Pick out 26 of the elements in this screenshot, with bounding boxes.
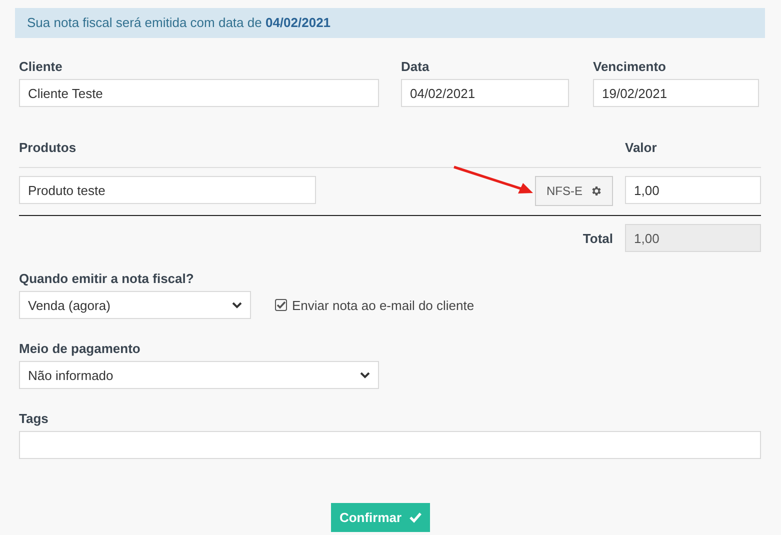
field-label: Cliente [19,59,64,74]
input-field[interactable]: 19/02/2021 [593,79,759,107]
field-label: Meio de pagamento [19,341,142,356]
payment-select[interactable]: Não informado [19,361,379,389]
field-label: Quando emitir a nota fiscal? [19,271,195,286]
field-label: Vencimento [593,59,667,74]
nfse-button[interactable]: NFS-E [535,176,613,206]
checkbox-icon[interactable] [275,299,287,311]
field-label: Tags [19,411,50,426]
value-field[interactable]: 1,00 [625,176,761,204]
emit-select[interactable]: Venda (agora) [19,291,251,319]
gear-icon [590,185,602,197]
column-header: Produtos [19,140,78,155]
email-checkbox[interactable]: Enviar nota ao e-mail do cliente [275,298,474,312]
chevron-down-icon [360,372,370,378]
total-label: Total [582,230,613,246]
total-field: 1,00 [625,224,761,252]
product-field[interactable]: Produto teste [19,176,316,204]
check-icon [408,512,422,523]
chevron-down-icon [232,302,242,308]
input-field[interactable]: 04/02/2021 [401,79,569,107]
column-header: Valor [625,140,658,155]
tags-field[interactable] [19,431,761,459]
input-field[interactable]: Cliente Teste [19,79,379,107]
info-banner: Sua nota fiscal será emitida com data de 04/02/2021 [15,8,765,38]
field-label: Data [401,59,430,74]
